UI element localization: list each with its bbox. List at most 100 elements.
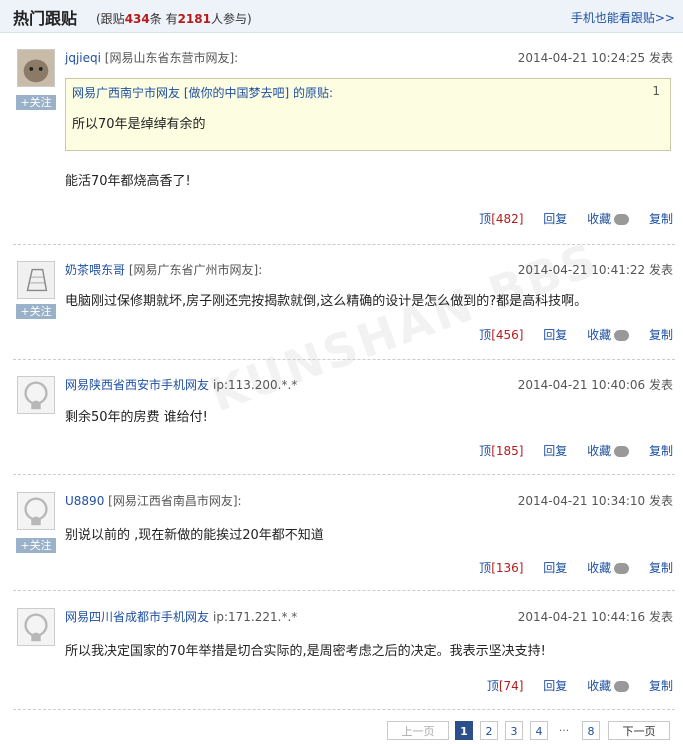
page-3[interactable]: 3 <box>505 721 523 740</box>
post-text: 所以我决定国家的70年举措是切合实际的,是周密考虑之后的决定。我表示坚决支持! <box>65 644 546 659</box>
favorite-button[interactable]: 收藏 <box>587 679 630 693</box>
favorite-label: 收藏 <box>587 328 612 342</box>
username[interactable]: 网易四川省成都市手机网友 <box>65 610 209 624</box>
user-location: [网易山东省东营市网友]: <box>104 51 239 65</box>
page-4[interactable]: 4 <box>530 721 548 740</box>
quoted-post: 网易广西南宁市网友 [做你的中国梦去吧] 的原贴: 1 所以70年是绰绰有余的 <box>65 78 671 151</box>
post-stats: (跟贴434条 有2181人参与) <box>96 10 252 27</box>
hamster-avatar-icon <box>18 50 54 86</box>
avatar[interactable] <box>17 49 55 87</box>
post-text: 剩余50年的房费 谁给付! <box>65 410 208 425</box>
comment-bubble-icon <box>614 681 630 692</box>
upvote-label: 顶 <box>479 328 492 342</box>
copy-button[interactable]: 复制 <box>649 212 673 226</box>
user-ip: ip:171.221.*.* <box>213 610 298 624</box>
reply-button[interactable]: 回复 <box>543 679 567 693</box>
favorite-button[interactable]: 收藏 <box>587 212 630 226</box>
post-actions: 顶[482] 回复 收藏 复制 <box>463 210 673 227</box>
follow-button[interactable]: +关注 <box>16 304 56 319</box>
quote-floor: 1 <box>652 84 660 98</box>
participant-count: 2181 <box>177 12 211 26</box>
sketch-avatar-icon <box>18 262 54 298</box>
follow-button[interactable]: +关注 <box>16 538 56 553</box>
upvote-button[interactable]: 顶[482] <box>479 212 523 226</box>
stats-mid: 条 有 <box>149 12 178 26</box>
mobile-link[interactable]: 手机也能看跟贴>> <box>571 9 675 26</box>
pagination: 上一页 1 2 3 4 ··· 8 下一页 <box>387 721 675 741</box>
post-item: +关注 U8890 [网易江西省南昌市网友]: 2014-04-21 10:34… <box>13 476 675 591</box>
upvote-button[interactable]: 顶[74] <box>487 679 524 693</box>
favorite-label: 收藏 <box>587 444 612 458</box>
comment-bubble-icon <box>614 214 630 225</box>
username[interactable]: 奶茶喂东哥 <box>65 263 125 277</box>
quote-text: 所以70年是绰绰有余的 <box>72 117 206 132</box>
favorite-label: 收藏 <box>587 679 612 693</box>
post-text: 电脑刚过保修期就坏,房子刚还完按揭款就倒,这么精确的设计是怎么做到的?都是高科技… <box>65 294 588 309</box>
avatar[interactable] <box>17 261 55 299</box>
avatar[interactable] <box>17 608 55 646</box>
stats-prefix: (跟贴 <box>96 12 125 26</box>
upvote-label: 顶 <box>479 561 492 575</box>
follow-count: 434 <box>124 12 150 26</box>
header: 热门跟贴 (跟贴434条 有2181人参与) 手机也能看跟贴>> <box>0 0 683 33</box>
upvote-button[interactable]: 顶[136] <box>479 561 523 575</box>
post-time: 2014-04-21 10:40:06 发表 <box>517 378 673 392</box>
default-avatar-icon <box>18 609 54 645</box>
user-location: [网易广东省广州市网友]: <box>128 263 263 277</box>
favorite-label: 收藏 <box>587 561 612 575</box>
reply-button[interactable]: 回复 <box>543 444 567 458</box>
favorite-button[interactable]: 收藏 <box>587 444 630 458</box>
upvote-label: 顶 <box>479 212 492 226</box>
page-2[interactable]: 2 <box>480 721 498 740</box>
upvote-count: [185] <box>491 444 524 458</box>
stats-suffix: 人参与) <box>210 12 252 26</box>
username[interactable]: 网易陕西省西安市手机网友 <box>65 378 209 392</box>
username[interactable]: jqjieqi <box>65 51 101 65</box>
page-title: 热门跟贴 <box>13 9 78 28</box>
avatar[interactable] <box>17 492 55 530</box>
upvote-label: 顶 <box>479 444 492 458</box>
post-actions: 顶[136] 回复 收藏 复制 <box>463 559 673 576</box>
default-avatar-icon <box>18 493 54 529</box>
follow-button[interactable]: +关注 <box>16 95 56 110</box>
next-page-button[interactable]: 下一页 <box>608 721 670 740</box>
copy-button[interactable]: 复制 <box>649 561 673 575</box>
favorite-button[interactable]: 收藏 <box>587 561 630 575</box>
favorite-button[interactable]: 收藏 <box>587 328 630 342</box>
post-item: +关注 jqjieqi [网易山东省东营市网友]: 2014-04-21 10:… <box>13 33 675 245</box>
comment-bubble-icon <box>614 446 630 457</box>
reply-button[interactable]: 回复 <box>543 212 567 226</box>
favorite-label: 收藏 <box>587 212 612 226</box>
post-text: 别说以前的 ,现在新做的能挨过20年都不知道 <box>65 528 324 543</box>
copy-button[interactable]: 复制 <box>649 679 673 693</box>
post-actions: 顶[74] 回复 收藏 复制 <box>471 677 673 694</box>
pagination-ellipsis: ··· <box>553 721 575 740</box>
post-item: 网易四川省成都市手机网友 ip:171.221.*.* 2014-04-21 10… <box>13 592 675 710</box>
quote-header[interactable]: 网易广西南宁市网友 [做你的中国梦去吧] 的原贴: <box>72 84 333 101</box>
reply-button[interactable]: 回复 <box>543 561 567 575</box>
upvote-button[interactable]: 顶[456] <box>479 328 523 342</box>
post-item: +关注 奶茶喂东哥 [网易广东省广州市网友]: 2014-04-21 10:41… <box>13 245 675 360</box>
post-time: 2014-04-21 10:34:10 发表 <box>517 494 673 508</box>
upvote-count: [482] <box>491 212 524 226</box>
copy-button[interactable]: 复制 <box>649 444 673 458</box>
user-location: [网易江西省南昌市网友]: <box>108 494 242 508</box>
post-time: 2014-04-21 10:44:16 发表 <box>517 610 673 624</box>
upvote-label: 顶 <box>486 679 499 693</box>
reply-button[interactable]: 回复 <box>543 328 567 342</box>
upvote-button[interactable]: 顶[185] <box>479 444 523 458</box>
page-8[interactable]: 8 <box>582 721 600 740</box>
upvote-count: [456] <box>491 328 524 342</box>
upvote-count: [136] <box>491 561 524 575</box>
user-ip: ip:113.200.*.* <box>213 378 298 392</box>
username[interactable]: U8890 <box>65 494 104 508</box>
page-1[interactable]: 1 <box>455 721 473 740</box>
upvote-count: [74] <box>498 679 524 693</box>
copy-button[interactable]: 复制 <box>649 328 673 342</box>
post-text: 能活70年都烧高香了! <box>65 174 191 189</box>
avatar[interactable] <box>17 376 55 414</box>
prev-page-button[interactable]: 上一页 <box>387 721 449 740</box>
post-actions: 顶[185] 回复 收藏 复制 <box>463 442 673 459</box>
post-item: 网易陕西省西安市手机网友 ip:113.200.*.* 2014-04-21 10… <box>13 360 675 475</box>
post-time: 2014-04-21 10:24:25 发表 <box>517 51 673 65</box>
